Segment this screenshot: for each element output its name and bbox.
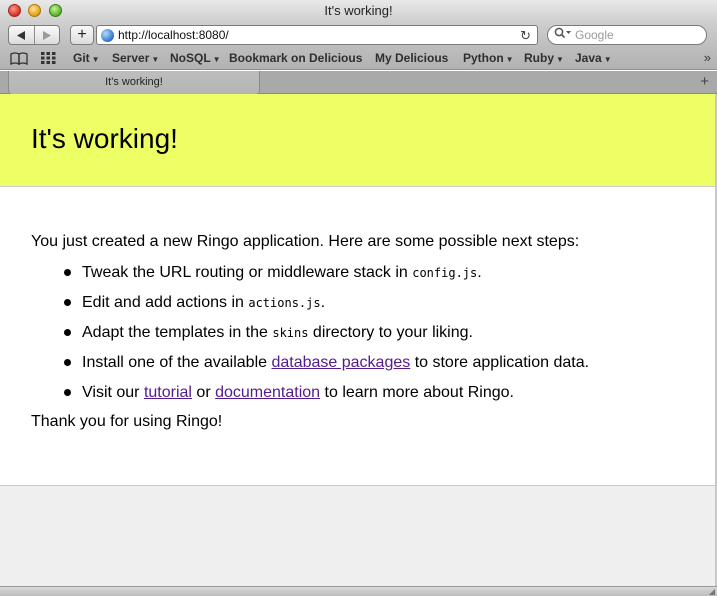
dropdown-arrow-icon: ▼ [151, 55, 160, 64]
list-item: Tweak the URL routing or middleware stac… [31, 258, 701, 288]
resize-grip-icon[interactable]: ◢ [709, 587, 715, 596]
bullet-icon [64, 389, 71, 396]
zoom-window-button[interactable] [49, 4, 62, 17]
thanks-text: Thank you for using Ringo! [31, 413, 223, 430]
bullet-icon [64, 299, 71, 306]
window-titlebar: It's working! [0, 0, 717, 22]
tab-bar: It's working! + [0, 71, 717, 94]
globe-icon [101, 29, 114, 42]
bookmarks-bar: Git ▼ Server ▼ NoSQL ▼ Bookmark on Deliciou… [0, 48, 717, 70]
back-button[interactable] [9, 26, 35, 44]
back-arrow-icon [16, 30, 25, 40]
code-config-js: config.js [412, 266, 478, 280]
database-packages-link[interactable]: database packages [271, 354, 410, 371]
list-item: Adapt the templates in the skins directo… [31, 318, 701, 348]
url-text[interactable]: http://localhost:8080/ [118, 26, 229, 45]
search-field[interactable]: Google [547, 25, 707, 45]
documentation-link[interactable]: documentation [215, 384, 320, 401]
page-footer [0, 485, 717, 596]
list-item: Install one of the available database pa… [31, 348, 701, 378]
window-title: It's working! [324, 3, 393, 18]
forward-button[interactable] [35, 26, 60, 44]
tab-its-working[interactable]: It's working! [8, 71, 260, 94]
forward-arrow-icon [43, 30, 52, 40]
bookmark-nosql[interactable]: NoSQL ▼ [170, 48, 221, 70]
bookmark-git[interactable]: Git ▼ [73, 48, 100, 70]
list-item: Edit and add actions in actions.js. [31, 288, 701, 318]
open-book-icon[interactable] [10, 51, 28, 69]
bullet-icon [64, 329, 71, 336]
page-content: You just created a new Ringo application… [31, 233, 701, 431]
bookmark-java[interactable]: Java ▼ [575, 48, 612, 70]
bullet-icon [64, 359, 71, 366]
reload-icon[interactable]: ↻ [520, 27, 531, 44]
page-header: It's working! [0, 94, 717, 187]
status-bar: ◢ [0, 586, 717, 596]
bookmark-server[interactable]: Server ▼ [112, 48, 159, 70]
next-steps-list: Tweak the URL routing or middleware stac… [31, 258, 701, 408]
dropdown-arrow-icon: ▼ [91, 55, 100, 64]
web-page: It's working! You just created a new Rin… [0, 94, 717, 596]
search-placeholder: Google [575, 28, 614, 42]
search-icon[interactable] [554, 27, 572, 44]
close-window-button[interactable] [8, 4, 21, 17]
new-tab-icon[interactable]: + [700, 71, 709, 93]
more-bookmarks-icon[interactable]: » [704, 48, 711, 68]
bookmark-python[interactable]: Python ▼ [463, 48, 514, 70]
add-bookmark-button[interactable]: + [70, 25, 94, 45]
bookmark-my-delicious[interactable]: My Delicious [375, 48, 448, 69]
address-bar[interactable]: http://localhost:8080/ ↻ [96, 25, 538, 45]
back-forward-group [8, 25, 60, 45]
bookmark-on-delicious[interactable]: Bookmark on Delicious [229, 48, 362, 69]
code-skins: skins [272, 326, 309, 340]
list-item: Visit our tutorial or documentation to l… [31, 378, 701, 408]
bullet-icon [64, 269, 71, 276]
dropdown-arrow-icon: ▼ [505, 55, 514, 64]
grid-icon[interactable] [41, 51, 56, 69]
dropdown-arrow-icon: ▼ [212, 55, 221, 64]
intro-text: You just created a new Ringo application… [31, 233, 580, 250]
minimize-window-button[interactable] [28, 4, 41, 17]
bookmark-ruby[interactable]: Ruby ▼ [524, 48, 564, 70]
page-title: It's working! [31, 123, 178, 154]
dropdown-arrow-icon: ▼ [556, 55, 564, 64]
browser-toolbar: + http://localhost:8080/ ↻ Google [0, 22, 717, 48]
dropdown-arrow-icon: ▼ [603, 55, 612, 64]
tutorial-link[interactable]: tutorial [144, 384, 192, 401]
code-actions-js: actions.js [248, 296, 321, 310]
